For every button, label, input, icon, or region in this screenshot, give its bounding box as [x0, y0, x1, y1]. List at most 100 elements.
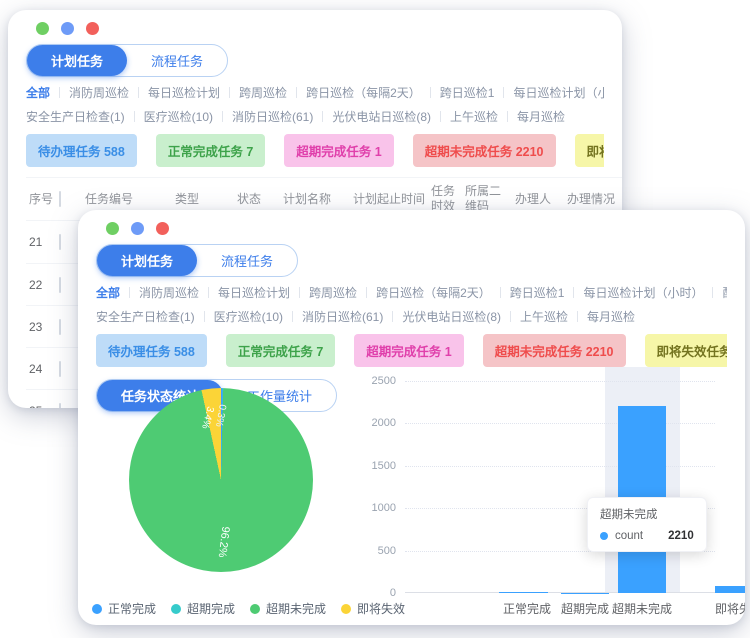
app-canvas: 计划任务 流程任务 全部 消防周巡检 每日巡检计划 跨周巡检 跨日巡检（每隔2天… [0, 0, 750, 638]
tab-process-task[interactable]: 流程任务 [197, 245, 297, 276]
badge-expiring[interactable]: 即将失效任务 79 [575, 134, 605, 167]
y-tick: 1000 [372, 502, 396, 514]
filter-item[interactable]: 医疗巡检(10) [125, 108, 213, 125]
badge-overdue-completed[interactable]: 超期完成任务 1 [284, 134, 393, 167]
bar-expiring[interactable] [715, 586, 745, 593]
filter-item[interactable]: 配电箱巡 [703, 284, 727, 301]
tab-process-task[interactable]: 流程任务 [127, 45, 227, 76]
gridline [405, 423, 715, 424]
tab-plan-task[interactable]: 计划任务 [97, 245, 197, 276]
filter-item[interactable]: 跨周巡检 [290, 284, 357, 301]
badge-pending[interactable]: 待办理任务 588 [26, 134, 137, 167]
bar-completed[interactable] [499, 592, 548, 593]
legend-label: 正常完成 [108, 600, 156, 617]
legend-item[interactable]: 正常完成 [92, 600, 156, 617]
badge-pending[interactable]: 待办理任务 588 [96, 334, 207, 367]
badge-completed[interactable]: 正常完成任务 7 [226, 334, 335, 367]
minimize-dot-icon[interactable] [106, 222, 119, 235]
filter-item[interactable]: 安全生产日检查(1) [26, 108, 125, 125]
legend-dot-icon [171, 604, 181, 614]
col-handler: 办理人 [512, 186, 564, 213]
filter-item[interactable]: 光伏电站日巡检(8) [313, 108, 431, 125]
col-task-code: 任务编号 [82, 186, 172, 213]
legend-label: 即将失效 [357, 600, 405, 617]
filter-item[interactable]: 跨周巡检 [220, 84, 287, 101]
filter-item[interactable]: 每日巡检计划 [199, 284, 290, 301]
legend-dot-icon [250, 604, 260, 614]
col-plan-name: 计划名称 [280, 186, 350, 213]
filter-item[interactable]: 消防日巡检(61) [283, 308, 383, 325]
col-time-range: 计划起止时间 [350, 186, 428, 213]
row-checkbox[interactable] [59, 234, 61, 250]
filter-item[interactable]: 每日巡检计划（小时） [564, 284, 703, 301]
status-badges: 待办理任务 588 正常完成任务 7 超期完成任务 1 超期未完成任务 2210… [96, 334, 727, 367]
filter-row-2: 安全生产日检查(1) 医疗巡检(10) 消防日巡检(61) 光伏电站日巡检(8)… [26, 108, 604, 125]
badge-overdue-incomplete[interactable]: 超期未完成任务 2210 [483, 334, 626, 367]
gridline [405, 381, 715, 382]
row-seq: 23 [26, 314, 56, 340]
filter-item[interactable]: 上午巡检 [431, 108, 498, 125]
badge-completed[interactable]: 正常完成任务 7 [156, 134, 265, 167]
row-seq: 25 [26, 398, 56, 409]
filter-item[interactable]: 每日巡检计划（小时） [494, 84, 604, 101]
close-dot-icon[interactable] [86, 22, 99, 35]
filter-item[interactable]: 每月巡检 [568, 308, 635, 325]
filter-item[interactable]: 消防周巡检 [50, 84, 129, 101]
row-checkbox[interactable] [59, 277, 61, 293]
legend-item[interactable]: 超期完成 [171, 600, 235, 617]
legend-label: 超期完成 [187, 600, 235, 617]
legend-label: 超期未完成 [266, 600, 326, 617]
badge-expiring[interactable]: 即将失效任务 79 [645, 334, 728, 367]
row-seq: 24 [26, 356, 56, 382]
filter-row-1: 全部 消防周巡检 每日巡检计划 跨周巡检 跨日巡检（每隔2天） 跨日巡检1 每日… [26, 84, 604, 101]
filter-item[interactable]: 安全生产日检查(1) [96, 308, 195, 325]
legend-dot-icon [92, 604, 102, 614]
gridline [405, 466, 715, 467]
col-status: 状态 [234, 186, 280, 213]
legend-dot-icon [341, 604, 351, 614]
front-window: 计划任务 流程任务 全部 消防周巡检 每日巡检计划 跨周巡检 跨日巡检（每隔2天… [78, 210, 745, 625]
row-checkbox[interactable] [59, 319, 61, 335]
tooltip-value: 2210 [668, 530, 694, 542]
bar-chart: 2500 2000 1500 1000 500 0 正常完成 超期完成 超期未完… [405, 381, 715, 593]
filter-item[interactable]: 光伏电站日巡检(8) [383, 308, 501, 325]
legend-item[interactable]: 超期未完成 [250, 600, 326, 617]
maximize-dot-icon[interactable] [131, 222, 144, 235]
filter-item[interactable]: 消防日巡检(61) [213, 108, 313, 125]
badge-overdue-completed[interactable]: 超期完成任务 1 [354, 334, 463, 367]
task-type-tabs: 计划任务 流程任务 [26, 44, 228, 77]
row-seq: 22 [26, 272, 56, 298]
select-all-checkbox[interactable] [59, 191, 61, 207]
tab-plan-task[interactable]: 计划任务 [27, 45, 127, 76]
minimize-dot-icon[interactable] [36, 22, 49, 35]
window-controls [36, 22, 604, 35]
task-type-tabs: 计划任务 流程任务 [96, 244, 298, 277]
filter-item[interactable]: 跨日巡检（每隔2天） [357, 284, 491, 301]
filter-all[interactable]: 全部 [26, 84, 50, 101]
close-dot-icon[interactable] [156, 222, 169, 235]
row-checkbox[interactable] [59, 403, 61, 409]
col-select [56, 186, 82, 213]
status-badges: 待办理任务 588 正常完成任务 7 超期完成任务 1 超期未完成任务 2210… [26, 134, 604, 167]
tooltip-title: 超期未完成 [600, 506, 694, 522]
filter-item[interactable]: 每日巡检计划 [129, 84, 220, 101]
tooltip-row: count 2210 [600, 530, 694, 542]
window-controls [106, 222, 727, 235]
filter-item[interactable]: 跨日巡检1 [421, 84, 495, 101]
filter-item[interactable]: 每月巡检 [498, 108, 565, 125]
charts-area: 3.4% 0.3% 96.2% 正常完成 超期完成 超期未完成 即 [78, 370, 745, 625]
filter-item[interactable]: 跨日巡检（每隔2天） [287, 84, 421, 101]
x-category-label: 超期未完成 [597, 600, 687, 617]
filter-item[interactable]: 上午巡检 [501, 308, 568, 325]
row-seq: 21 [26, 229, 56, 255]
filter-all[interactable]: 全部 [96, 284, 120, 301]
filter-item[interactable]: 跨日巡检1 [491, 284, 565, 301]
filter-row-1: 全部 消防周巡检 每日巡检计划 跨周巡检 跨日巡检（每隔2天） 跨日巡检1 每日… [96, 284, 727, 301]
row-checkbox[interactable] [59, 361, 61, 377]
legend-item[interactable]: 即将失效 [341, 600, 405, 617]
filter-item[interactable]: 医疗巡检(10) [195, 308, 283, 325]
col-seq: 序号 [26, 186, 56, 213]
badge-overdue-incomplete[interactable]: 超期未完成任务 2210 [413, 134, 556, 167]
maximize-dot-icon[interactable] [61, 22, 74, 35]
filter-item[interactable]: 消防周巡检 [120, 284, 199, 301]
